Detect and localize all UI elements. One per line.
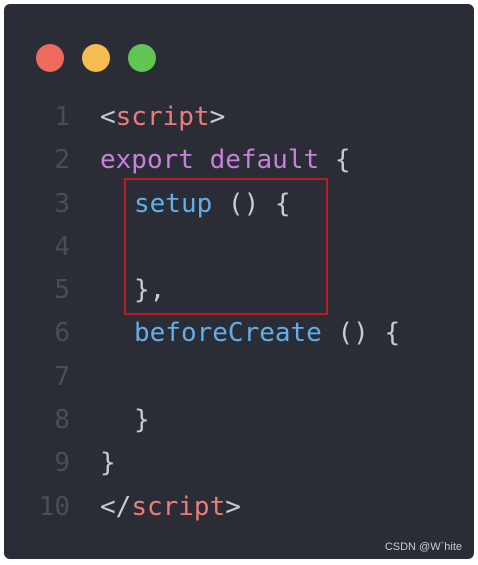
code-token: > bbox=[209, 102, 226, 132]
code-line: 7 bbox=[4, 356, 474, 399]
line-number: 8 bbox=[54, 405, 70, 436]
window-controls bbox=[36, 44, 156, 72]
code-token: { bbox=[334, 145, 351, 176]
code-token: () { bbox=[321, 318, 401, 349]
code-window: 1 <script> 2 export default {3 setup () {4 5}… bbox=[4, 4, 474, 559]
highlight-box-setup bbox=[124, 178, 328, 315]
line-content: <script> bbox=[100, 96, 225, 139]
line-number: 4 bbox=[54, 231, 70, 262]
code-line: 2 export default { bbox=[4, 139, 474, 182]
close-dot-icon[interactable] bbox=[36, 44, 64, 72]
line-number: 5 bbox=[54, 275, 70, 306]
line-number: 7 bbox=[54, 361, 70, 392]
code-token: export default bbox=[100, 145, 335, 176]
line-content: } bbox=[100, 399, 150, 442]
code-token: } bbox=[134, 405, 150, 436]
code-line: 10 </script> bbox=[4, 486, 474, 529]
line-content: beforeCreate () { bbox=[100, 312, 400, 355]
code-token: > bbox=[225, 491, 241, 522]
code-token: < bbox=[100, 102, 116, 132]
line-content: } bbox=[100, 442, 116, 485]
maximize-dot-icon[interactable] bbox=[128, 44, 156, 72]
line-number: 6 bbox=[54, 318, 70, 349]
code-token: script bbox=[131, 491, 226, 522]
line-number: 3 bbox=[54, 188, 70, 219]
line-content: </script> bbox=[100, 486, 241, 529]
code-line: 1 <script> bbox=[4, 96, 474, 139]
code-line: 9} bbox=[4, 442, 474, 485]
line-content: export default { bbox=[100, 139, 350, 182]
code-line: 8} bbox=[4, 399, 474, 442]
line-number: 9 bbox=[54, 448, 70, 479]
code-line: 6 beforeCreate () { bbox=[4, 312, 474, 355]
minimize-dot-icon[interactable] bbox=[82, 44, 110, 72]
code-token: </ bbox=[100, 491, 132, 522]
watermark-text: CSDN @W`hite bbox=[384, 541, 462, 553]
code-token: beforeCreate bbox=[134, 318, 322, 349]
line-number: 1 bbox=[54, 102, 70, 132]
code-token: } bbox=[100, 448, 116, 479]
code-token: script bbox=[115, 102, 210, 132]
line-number: 2 bbox=[54, 145, 70, 176]
line-number: 10 bbox=[38, 491, 70, 522]
